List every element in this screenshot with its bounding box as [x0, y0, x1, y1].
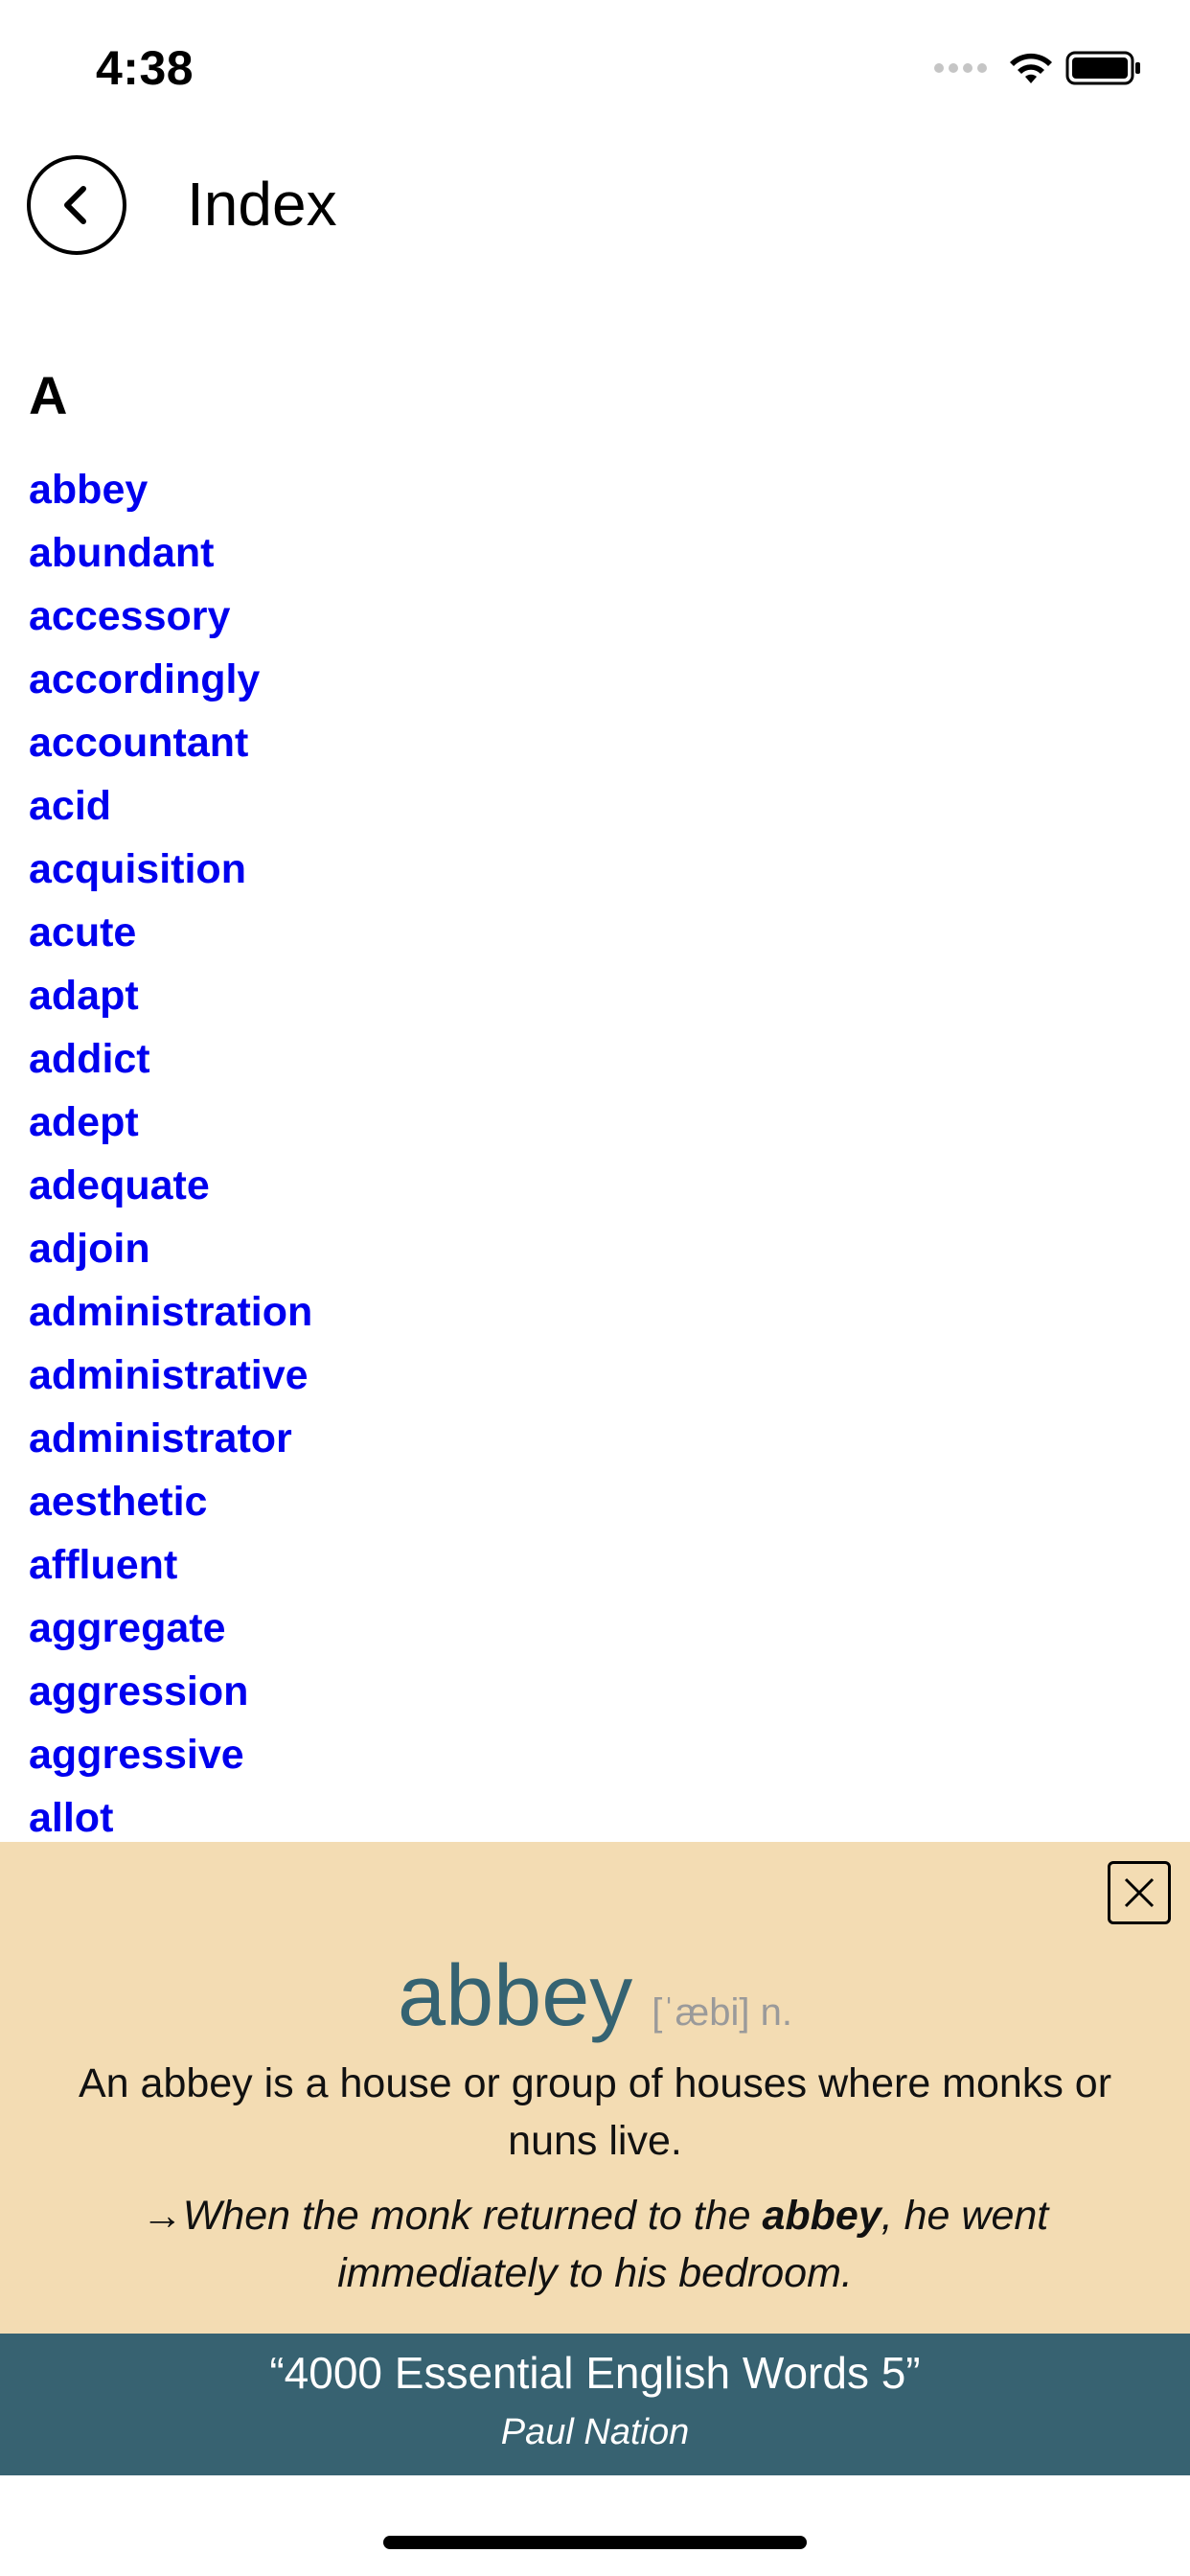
- word-link[interactable]: allot: [29, 1786, 312, 1850]
- example-highlight: abbey: [762, 2193, 881, 2239]
- word-link[interactable]: accountant: [29, 711, 312, 774]
- word-link[interactable]: administrative: [29, 1344, 312, 1407]
- wifi-icon: [1010, 53, 1052, 83]
- section-letter: A: [29, 365, 68, 426]
- headword: abbey: [398, 1948, 633, 2044]
- word-link[interactable]: acute: [29, 901, 312, 964]
- word-link[interactable]: administration: [29, 1280, 312, 1344]
- status-time: 4:38: [96, 41, 195, 95]
- status-bar: 4:38: [0, 0, 1190, 134]
- back-button[interactable]: [27, 155, 126, 255]
- word-link[interactable]: adjoin: [29, 1217, 312, 1280]
- word-link[interactable]: acid: [29, 774, 312, 838]
- chevron-left-icon: [64, 186, 86, 224]
- status-icons: [934, 50, 1142, 86]
- word-link[interactable]: affluent: [29, 1533, 312, 1597]
- word-link[interactable]: aggregate: [29, 1597, 312, 1660]
- word-link[interactable]: aesthetic: [29, 1470, 312, 1533]
- word-link[interactable]: aggression: [29, 1660, 312, 1723]
- example-prefix: →When the monk returned to the: [141, 2193, 763, 2239]
- book-author: Paul Nation: [500, 2412, 690, 2452]
- headword-line: abbey [ˈæbi] n.: [0, 1947, 1190, 2046]
- close-button[interactable]: [1108, 1861, 1171, 1924]
- book-title: “4000 Essential English Words 5”: [269, 2348, 921, 2398]
- word-link[interactable]: accordingly: [29, 648, 312, 711]
- word-list: abbey abundant accessory accordingly acc…: [29, 458, 312, 1850]
- word-link[interactable]: administrator: [29, 1407, 312, 1470]
- word-link[interactable]: adapt: [29, 964, 312, 1027]
- definition-text: An abbey is a house or group of houses w…: [78, 2060, 1112, 2164]
- word-link[interactable]: acquisition: [29, 838, 312, 901]
- word-link[interactable]: addict: [29, 1027, 312, 1091]
- definition-panel: abbey [ˈæbi] n. An abbey is a house or gr…: [0, 1842, 1190, 2334]
- signal-dots-icon: [934, 63, 987, 73]
- home-indicator[interactable]: [383, 2536, 807, 2549]
- word-link[interactable]: adequate: [29, 1154, 312, 1217]
- word-link[interactable]: abundant: [29, 521, 312, 585]
- nav-header: Index: [0, 144, 1190, 268]
- close-icon: [1124, 1877, 1155, 1908]
- pronunciation: [ˈæbi] n.: [652, 1991, 792, 2034]
- example-sentence: →When the monk returned to the abbey, he…: [38, 2187, 1152, 2302]
- word-link[interactable]: aggressive: [29, 1723, 312, 1786]
- word-link[interactable]: accessory: [29, 585, 312, 648]
- word-link[interactable]: adept: [29, 1091, 312, 1154]
- word-link[interactable]: abbey: [29, 458, 312, 521]
- battery-icon: [1065, 51, 1140, 85]
- book-banner: “4000 Essential English Words 5” Paul Na…: [0, 2334, 1190, 2475]
- page-title: Index: [187, 170, 337, 239]
